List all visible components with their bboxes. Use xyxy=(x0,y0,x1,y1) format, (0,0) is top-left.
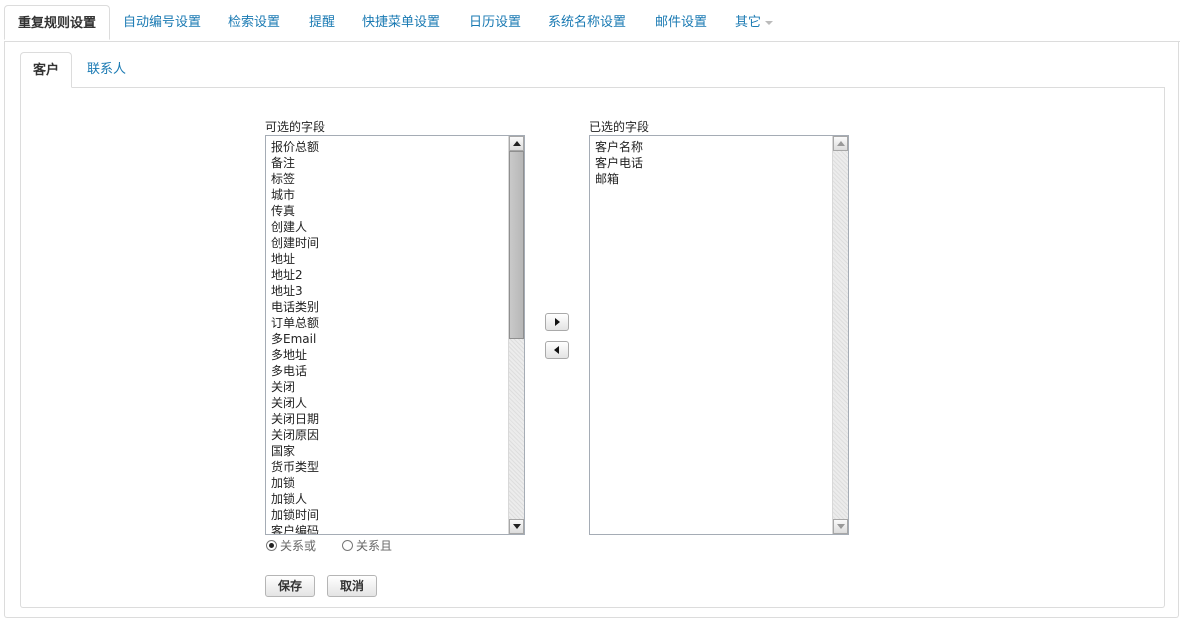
list-item[interactable]: 标签 xyxy=(271,171,524,187)
list-item[interactable]: 国家 xyxy=(271,443,524,459)
selected-fields-label: 已选的字段 xyxy=(589,120,650,134)
tab-other[interactable]: 其它 xyxy=(735,5,774,40)
list-item[interactable]: 城市 xyxy=(271,187,524,203)
tab-system-name[interactable]: 系统名称设置 xyxy=(548,5,626,40)
tab-customer[interactable]: 客户 xyxy=(20,52,73,88)
tab-reminders[interactable]: 提醒 xyxy=(309,5,335,40)
list-item[interactable]: 地址3 xyxy=(271,283,524,299)
tab-auto-numbering[interactable]: 自动编号设置 xyxy=(123,5,201,40)
available-fields-items: 报价总额 备注 标签 城市 传真 创建人 创建时间 地址 地址2 地址3 电话类别 订单总额 多Emai… xyxy=(266,136,524,534)
radio-unchecked-icon xyxy=(342,540,353,551)
radio-label-or: 关系或 xyxy=(280,539,317,553)
list-item[interactable]: 货币类型 xyxy=(271,459,524,475)
list-item[interactable]: 关闭 xyxy=(271,379,524,395)
list-item[interactable]: 地址2 xyxy=(271,267,524,283)
radio-relation-or[interactable]: 关系或 xyxy=(266,537,316,554)
list-item[interactable]: 加锁时间 xyxy=(271,507,524,523)
available-fields-list[interactable]: 报价总额 备注 标签 城市 传真 创建人 创建时间 地址 地址2 地址3 电话类别 订单总额 多Emai… xyxy=(265,135,525,535)
list-item[interactable]: 加锁人 xyxy=(271,491,524,507)
list-item[interactable]: 订单总额 xyxy=(271,315,524,331)
selected-fields-items: 客户名称 客户电话 邮箱 xyxy=(590,136,848,187)
scroll-up-button[interactable] xyxy=(833,136,848,151)
inner-tab-bar: 客户 联系人 xyxy=(20,52,1164,88)
list-item[interactable]: 创建人 xyxy=(271,219,524,235)
top-tab-bar: 重复规则设置 自动编号设置 检索设置 提醒 快捷菜单设置 日历设置 系统名称设置… xyxy=(4,5,1180,42)
list-item[interactable]: 传真 xyxy=(271,203,524,219)
arrow-left-icon xyxy=(554,346,559,354)
radio-relation-and[interactable]: 关系且 xyxy=(342,537,392,554)
selected-list-scrollbar[interactable] xyxy=(832,136,848,534)
list-item[interactable]: 客户编码 xyxy=(271,523,524,534)
move-left-button[interactable] xyxy=(545,341,569,359)
list-item[interactable]: 多Email xyxy=(271,331,524,347)
list-item[interactable]: 邮箱 xyxy=(595,171,848,187)
available-list-scrollbar[interactable] xyxy=(508,136,524,534)
tab-search-settings[interactable]: 检索设置 xyxy=(228,5,280,40)
tab-email[interactable]: 邮件设置 xyxy=(655,5,707,40)
radio-checked-icon xyxy=(266,540,277,551)
list-item[interactable]: 多地址 xyxy=(271,347,524,363)
scroll-down-button[interactable] xyxy=(833,519,848,534)
relation-radio-group: 关系或 关系且 xyxy=(266,537,466,553)
list-item[interactable]: 关闭日期 xyxy=(271,411,524,427)
available-fields-label: 可选的字段 xyxy=(265,120,326,134)
move-right-button[interactable] xyxy=(545,313,569,331)
list-item[interactable]: 多电话 xyxy=(271,363,524,379)
arrow-down-icon xyxy=(513,524,521,529)
list-item[interactable]: 备注 xyxy=(271,155,524,171)
arrow-down-icon xyxy=(837,524,845,529)
list-item[interactable]: 报价总额 xyxy=(271,139,524,155)
tab-duplicate-rules[interactable]: 重复规则设置 xyxy=(4,5,111,40)
list-item[interactable]: 创建时间 xyxy=(271,235,524,251)
selected-fields-list[interactable]: 客户名称 客户电话 邮箱 xyxy=(589,135,849,535)
tab-other-label: 其它 xyxy=(735,15,762,30)
radio-label-and: 关系且 xyxy=(356,539,393,553)
cancel-button[interactable]: 取消 xyxy=(327,575,377,597)
tab-calendar[interactable]: 日历设置 xyxy=(469,5,521,40)
list-item[interactable]: 关闭原因 xyxy=(271,427,524,443)
arrow-up-icon xyxy=(837,141,845,146)
arrow-up-icon xyxy=(513,141,521,146)
arrow-right-icon xyxy=(555,318,560,326)
list-item[interactable]: 加锁 xyxy=(271,475,524,491)
scroll-up-button[interactable] xyxy=(509,136,524,151)
scroll-thumb[interactable] xyxy=(509,151,524,339)
tab-contact[interactable]: 联系人 xyxy=(87,52,126,87)
chevron-down-icon xyxy=(765,20,774,25)
list-item[interactable]: 客户电话 xyxy=(595,155,848,171)
list-item[interactable]: 关闭人 xyxy=(271,395,524,411)
list-item[interactable]: 客户名称 xyxy=(595,139,848,155)
list-item[interactable]: 地址 xyxy=(271,251,524,267)
save-button[interactable]: 保存 xyxy=(265,575,315,597)
scroll-down-button[interactable] xyxy=(509,519,524,534)
list-item[interactable]: 电话类别 xyxy=(271,299,524,315)
tab-shortcut-menu[interactable]: 快捷菜单设置 xyxy=(362,5,440,40)
